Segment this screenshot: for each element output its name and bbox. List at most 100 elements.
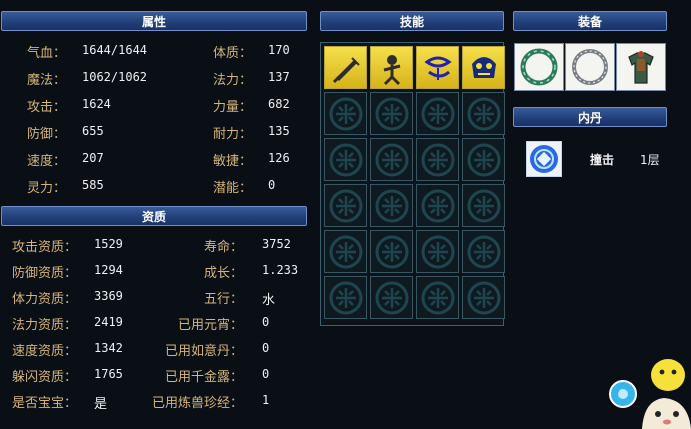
empty-skill-slot[interactable] bbox=[370, 230, 413, 273]
empty-skill-slot[interactable] bbox=[462, 138, 505, 181]
empty-slot-emblem-icon bbox=[375, 97, 408, 130]
empty-slot-emblem-icon bbox=[421, 281, 454, 314]
stat-value: 0 bbox=[262, 341, 270, 355]
stat-value: 135 bbox=[268, 124, 290, 138]
empty-slot-emblem-icon bbox=[375, 189, 408, 222]
demon-skill-icon bbox=[471, 56, 496, 78]
stat-label: 已用元宵： bbox=[177, 318, 243, 333]
empty-slot-emblem-icon bbox=[421, 143, 454, 176]
empty-skill-slot[interactable] bbox=[462, 230, 505, 273]
armor-icon bbox=[628, 51, 654, 84]
stat-value: 2419 bbox=[94, 315, 123, 329]
empty-skill-slot[interactable] bbox=[370, 92, 413, 135]
empty-slot-emblem-icon bbox=[421, 189, 454, 222]
empty-slot-emblem-icon bbox=[421, 235, 454, 268]
empty-skill-slot[interactable] bbox=[462, 276, 505, 319]
stat-label: 速度资质： bbox=[12, 344, 78, 359]
stat-label: 躲闪资质： bbox=[12, 370, 78, 385]
empty-slot-emblem-icon bbox=[329, 143, 362, 176]
empty-skill-slot[interactable] bbox=[370, 184, 413, 227]
skill-slot[interactable] bbox=[324, 46, 367, 89]
stat-value: 1529 bbox=[94, 237, 123, 251]
empty-slot-emblem-icon bbox=[375, 235, 408, 268]
aptitude-title: 资质 bbox=[141, 210, 166, 224]
equip-slot-armor[interactable] bbox=[616, 43, 666, 91]
equipment-title: 装备 bbox=[577, 15, 602, 29]
stat-label: 攻击资质： bbox=[12, 240, 78, 255]
empty-skill-slot[interactable] bbox=[416, 184, 459, 227]
stat-value: 1765 bbox=[94, 367, 123, 381]
empty-skill-slot[interactable] bbox=[324, 230, 367, 273]
stat-value: 0 bbox=[262, 315, 270, 329]
stat-value: 1062/1062 bbox=[82, 70, 148, 84]
fighter-skill-icon bbox=[383, 54, 400, 85]
skill-slot[interactable] bbox=[370, 46, 413, 89]
inner-pill-title: 内丹 bbox=[577, 111, 602, 125]
stat-value: 1342 bbox=[94, 341, 123, 355]
empty-slot-emblem-icon bbox=[329, 189, 362, 222]
empty-skill-slot[interactable] bbox=[416, 276, 459, 319]
stat-label: 五行： bbox=[203, 292, 243, 307]
stat-value: 126 bbox=[268, 151, 290, 165]
stat-label: 寿命： bbox=[203, 240, 243, 255]
attributes-title: 属性 bbox=[141, 15, 166, 29]
stat-label: 耐力： bbox=[213, 127, 253, 142]
silver-ring-icon bbox=[572, 49, 608, 85]
empty-slot-emblem-icon bbox=[467, 235, 500, 268]
stat-label: 已用千金露： bbox=[164, 370, 243, 385]
empty-skill-slot[interactable] bbox=[324, 184, 367, 227]
stat-value: 1294 bbox=[94, 263, 123, 277]
jade-ring-icon bbox=[520, 48, 558, 86]
attributes-header: 属性 bbox=[1, 11, 307, 31]
stat-value: 0 bbox=[262, 367, 270, 381]
empty-skill-slot[interactable] bbox=[416, 138, 459, 181]
empty-slot-emblem-icon bbox=[329, 281, 362, 314]
stat-label: 敏捷： bbox=[213, 154, 253, 169]
empty-skill-slot[interactable] bbox=[462, 92, 505, 135]
stat-value: 207 bbox=[82, 151, 104, 165]
empty-skill-slot[interactable] bbox=[462, 184, 505, 227]
stat-label: 防御资质： bbox=[12, 266, 78, 281]
stat-label: 力量： bbox=[213, 100, 253, 115]
stat-value: 585 bbox=[82, 178, 104, 192]
empty-slot-emblem-icon bbox=[421, 97, 454, 130]
empty-skill-slot[interactable] bbox=[324, 276, 367, 319]
stat-label: 体质： bbox=[213, 46, 253, 61]
stat-label: 已用如意丹： bbox=[164, 344, 243, 359]
stat-label: 灵力： bbox=[27, 181, 67, 196]
empty-skill-slot[interactable] bbox=[324, 92, 367, 135]
empty-skill-slot[interactable] bbox=[324, 138, 367, 181]
inner-pill-icon bbox=[530, 145, 558, 173]
stat-label: 防御： bbox=[27, 127, 67, 142]
stat-value: 3752 bbox=[262, 237, 291, 251]
stat-value: 655 bbox=[82, 124, 104, 138]
stat-value: 137 bbox=[268, 70, 290, 84]
stat-value: 水 bbox=[262, 293, 276, 308]
stat-value: 1644/1644 bbox=[82, 43, 148, 57]
stat-label: 攻击： bbox=[27, 100, 67, 115]
empty-skill-slot[interactable] bbox=[370, 138, 413, 181]
skill-slot[interactable] bbox=[462, 46, 505, 89]
empty-slot-emblem-icon bbox=[329, 235, 362, 268]
empty-skill-slot[interactable] bbox=[416, 92, 459, 135]
skill-slot[interactable] bbox=[416, 46, 459, 89]
equip-slot-necklace[interactable] bbox=[565, 43, 615, 91]
equip-slot-ring[interactable] bbox=[514, 43, 564, 91]
stat-label: 已用炼兽珍经： bbox=[151, 396, 243, 411]
stat-label: 法力： bbox=[213, 73, 253, 88]
empty-slot-emblem-icon bbox=[375, 281, 408, 314]
stat-label: 速度： bbox=[27, 154, 67, 169]
empty-skill-slot[interactable] bbox=[370, 276, 413, 319]
inner-pill-slot[interactable] bbox=[526, 141, 562, 177]
inner-pill-name: 撞击 bbox=[590, 153, 615, 167]
equipment-header: 装备 bbox=[513, 11, 667, 31]
stat-label: 魔法： bbox=[27, 73, 67, 88]
stat-label: 体力资质： bbox=[12, 292, 78, 307]
empty-skill-slot[interactable] bbox=[416, 230, 459, 273]
mascot-decoration-icon bbox=[609, 359, 691, 429]
skills-title: 技能 bbox=[399, 15, 424, 29]
stat-value: 0 bbox=[268, 178, 276, 192]
stat-value: 1624 bbox=[82, 97, 111, 111]
skills-header: 技能 bbox=[320, 11, 504, 31]
empty-slot-emblem-icon bbox=[467, 143, 500, 176]
